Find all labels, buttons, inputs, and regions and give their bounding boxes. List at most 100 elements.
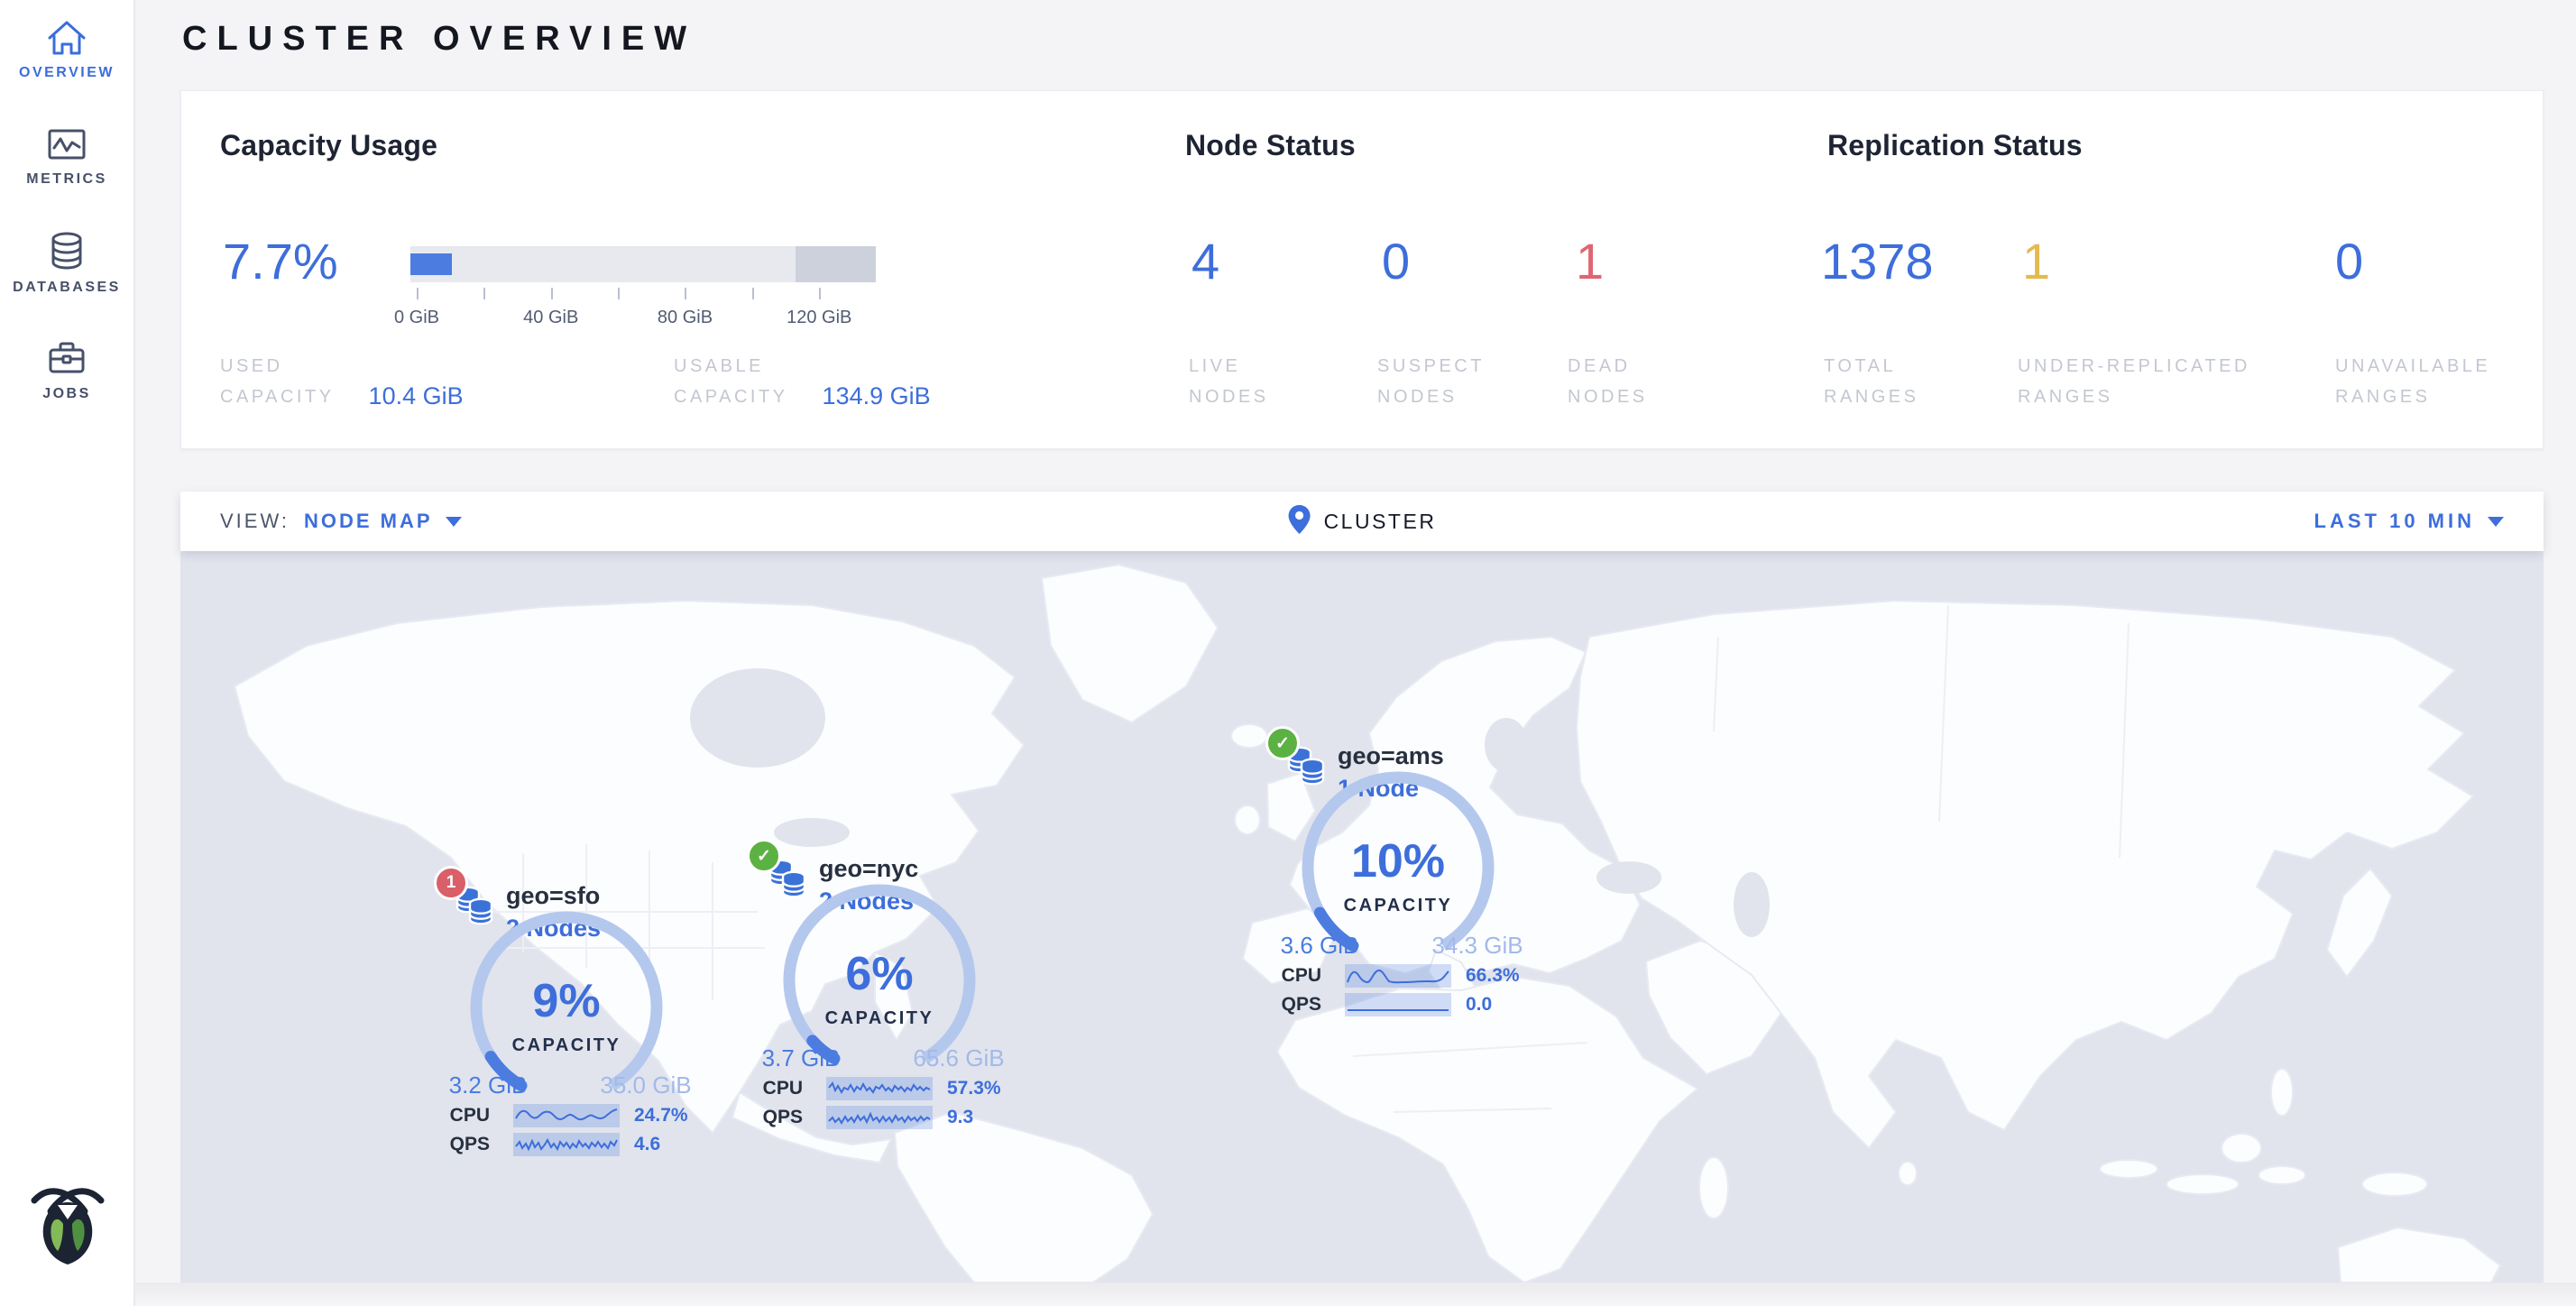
live-nodes-count: 4	[1191, 235, 1219, 288]
axis-tick-label: 80 GiB	[658, 308, 713, 328]
sidebar-item-jobs[interactable]: JOBS	[0, 319, 133, 426]
suspect-nodes-count: 0	[1382, 235, 1410, 288]
total-ranges-label: TOTAL RANGES	[1824, 351, 1918, 412]
used-capacity: USED CAPACITY 10.4 GiB	[220, 351, 464, 412]
sidebar: OVERVIEW METRICS DATABASES	[0, 0, 135, 1306]
capacity-bar-axis: 0 GiB40 GiB80 GiB120 GiB	[410, 288, 876, 342]
chevron-down-icon	[2488, 517, 2504, 527]
cpu-sparkline	[513, 1104, 620, 1127]
capacity-bar	[410, 246, 876, 282]
axis-tick-label: 0 GiB	[394, 308, 439, 328]
axis-tick	[819, 288, 821, 299]
axis-tick-label: 40 GiB	[523, 308, 578, 328]
sidebar-item-label: DATABASES	[0, 280, 133, 296]
cpu-label: CPU	[747, 1077, 803, 1100]
cpu-value: 24.7%	[634, 1104, 688, 1127]
sidebar-item-overview[interactable]: OVERVIEW	[0, 0, 133, 106]
cockroach-logo	[25, 1179, 110, 1270]
locality-used-capacity: 3.6 GiB	[1265, 932, 1374, 960]
healthy-check-icon: ✓	[747, 839, 781, 873]
capacity-bar-used	[410, 253, 452, 275]
locality-ams[interactable]: ✓ geo=ams 1 Node 10% CAPACITY 3.6 GiB 34…	[1265, 726, 1698, 1024]
sidebar-item-metrics[interactable]: METRICS	[0, 106, 133, 213]
capacity-gauge-label: CAPACITY	[1290, 896, 1506, 916]
qps-sparkline	[513, 1133, 620, 1156]
locality-nyc[interactable]: ✓ geo=nyc 2 Nodes 6% CAPACITY 3.7 GiB 65…	[747, 839, 1180, 1136]
node-map: 1 geo=sfo 2 Nodes 9% CAPACITY 3.2 GiB 35…	[180, 551, 2544, 1283]
axis-tick-label: 120 GiB	[787, 308, 851, 328]
database-icon	[0, 231, 133, 272]
cpu-label: CPU	[1265, 964, 1321, 988]
unavailable-ranges-label: UNAVAILABLE RANGES	[2335, 351, 2490, 412]
dead-nodes-count: 1	[1576, 235, 1604, 288]
used-capacity-label: USED CAPACITY	[220, 351, 335, 412]
briefcase-icon	[0, 337, 133, 379]
suspect-nodes-label: SUSPECT NODES	[1377, 351, 1485, 412]
bottom-strip	[0, 1283, 2576, 1306]
under-replicated-count: 1	[2022, 235, 2050, 288]
locality-used-capacity: 3.7 GiB	[747, 1044, 855, 1072]
axis-tick	[618, 288, 620, 299]
sidebar-item-databases[interactable]: DATABASES	[0, 213, 133, 319]
capacity-percent: 7.7%	[223, 235, 338, 288]
healthy-check-icon: ✓	[1265, 726, 1300, 760]
total-ranges-count: 1378	[1821, 235, 1934, 288]
capacity-gauge-label: CAPACITY	[458, 1035, 675, 1056]
axis-tick	[752, 288, 754, 299]
qps-value: 0.0	[1466, 993, 1492, 1016]
sidebar-item-label: OVERVIEW	[0, 65, 133, 81]
qps-sparkline	[826, 1106, 933, 1129]
cpu-value: 57.3%	[947, 1077, 1001, 1100]
map-toolbar: VIEW: NODE MAP CLUSTER LAST 10 MIN	[180, 492, 2544, 551]
time-range-selector[interactable]: LAST 10 MIN	[2314, 510, 2504, 533]
home-icon	[0, 18, 133, 58]
capacity-gauge-label: CAPACITY	[771, 1008, 988, 1029]
capacity-usage-title: Capacity Usage	[220, 129, 437, 162]
breadcrumb-label: CLUSTER	[1324, 510, 1437, 534]
capacity-bar-reserved	[796, 246, 876, 282]
dead-nodes-label: DEAD NODES	[1568, 351, 1648, 412]
locality-total-capacity: 34.3 GiB	[1419, 932, 1536, 960]
axis-tick	[483, 288, 485, 299]
metrics-icon	[0, 124, 133, 164]
used-capacity-value: 10.4 GiB	[369, 382, 464, 412]
replication-status-title: Replication Status	[1827, 129, 2083, 162]
unavailable-ranges-count: 0	[2335, 235, 2363, 288]
location-pin-icon	[1288, 504, 1311, 539]
qps-value: 9.3	[947, 1106, 973, 1129]
node-status-title: Node Status	[1185, 129, 1356, 162]
locality-total-capacity: 35.0 GiB	[587, 1071, 704, 1099]
cpu-sparkline	[826, 1077, 933, 1100]
under-replicated-label: UNDER-REPLICATED RANGES	[2018, 351, 2250, 412]
locality-total-capacity: 65.6 GiB	[900, 1044, 1017, 1072]
cluster-summary-card: Capacity Usage 7.7% 0 GiB 40 GiB 80 GiB 120…	[180, 90, 2544, 449]
capacity-gauge-percent: 6%	[771, 947, 988, 1001]
time-range-value: LAST 10 MIN	[2314, 510, 2475, 533]
usable-capacity-value: 134.9 GiB	[823, 382, 931, 412]
page-title: CLUSTER OVERVIEW	[182, 20, 696, 59]
qps-label: QPS	[1265, 993, 1321, 1016]
cpu-value: 66.3%	[1466, 964, 1520, 988]
capacity-gauge-percent: 9%	[458, 974, 675, 1028]
axis-tick	[685, 288, 686, 299]
locality-used-capacity: 3.2 GiB	[434, 1071, 542, 1099]
live-nodes-label: LIVE NODES	[1189, 351, 1269, 412]
axis-tick	[417, 288, 419, 299]
qps-sparkline	[1345, 993, 1451, 1016]
sidebar-item-label: METRICS	[0, 171, 133, 188]
cpu-label: CPU	[434, 1104, 490, 1127]
view-selector-value: NODE MAP	[304, 510, 433, 533]
axis-tick	[551, 288, 553, 299]
chevron-down-icon	[446, 517, 462, 527]
cpu-sparkline	[1345, 964, 1451, 988]
qps-label: QPS	[747, 1106, 803, 1129]
usable-capacity: USABLE CAPACITY 134.9 GiB	[674, 351, 931, 412]
view-label: VIEW:	[220, 510, 290, 533]
qps-label: QPS	[434, 1133, 490, 1156]
capacity-gauge-percent: 10%	[1290, 834, 1506, 888]
usable-capacity-label: USABLE CAPACITY	[674, 351, 788, 412]
qps-value: 4.6	[634, 1133, 660, 1156]
view-selector[interactable]: NODE MAP	[304, 510, 462, 533]
dead-node-badge: 1	[434, 866, 468, 900]
breadcrumb[interactable]: CLUSTER	[1288, 504, 1437, 539]
